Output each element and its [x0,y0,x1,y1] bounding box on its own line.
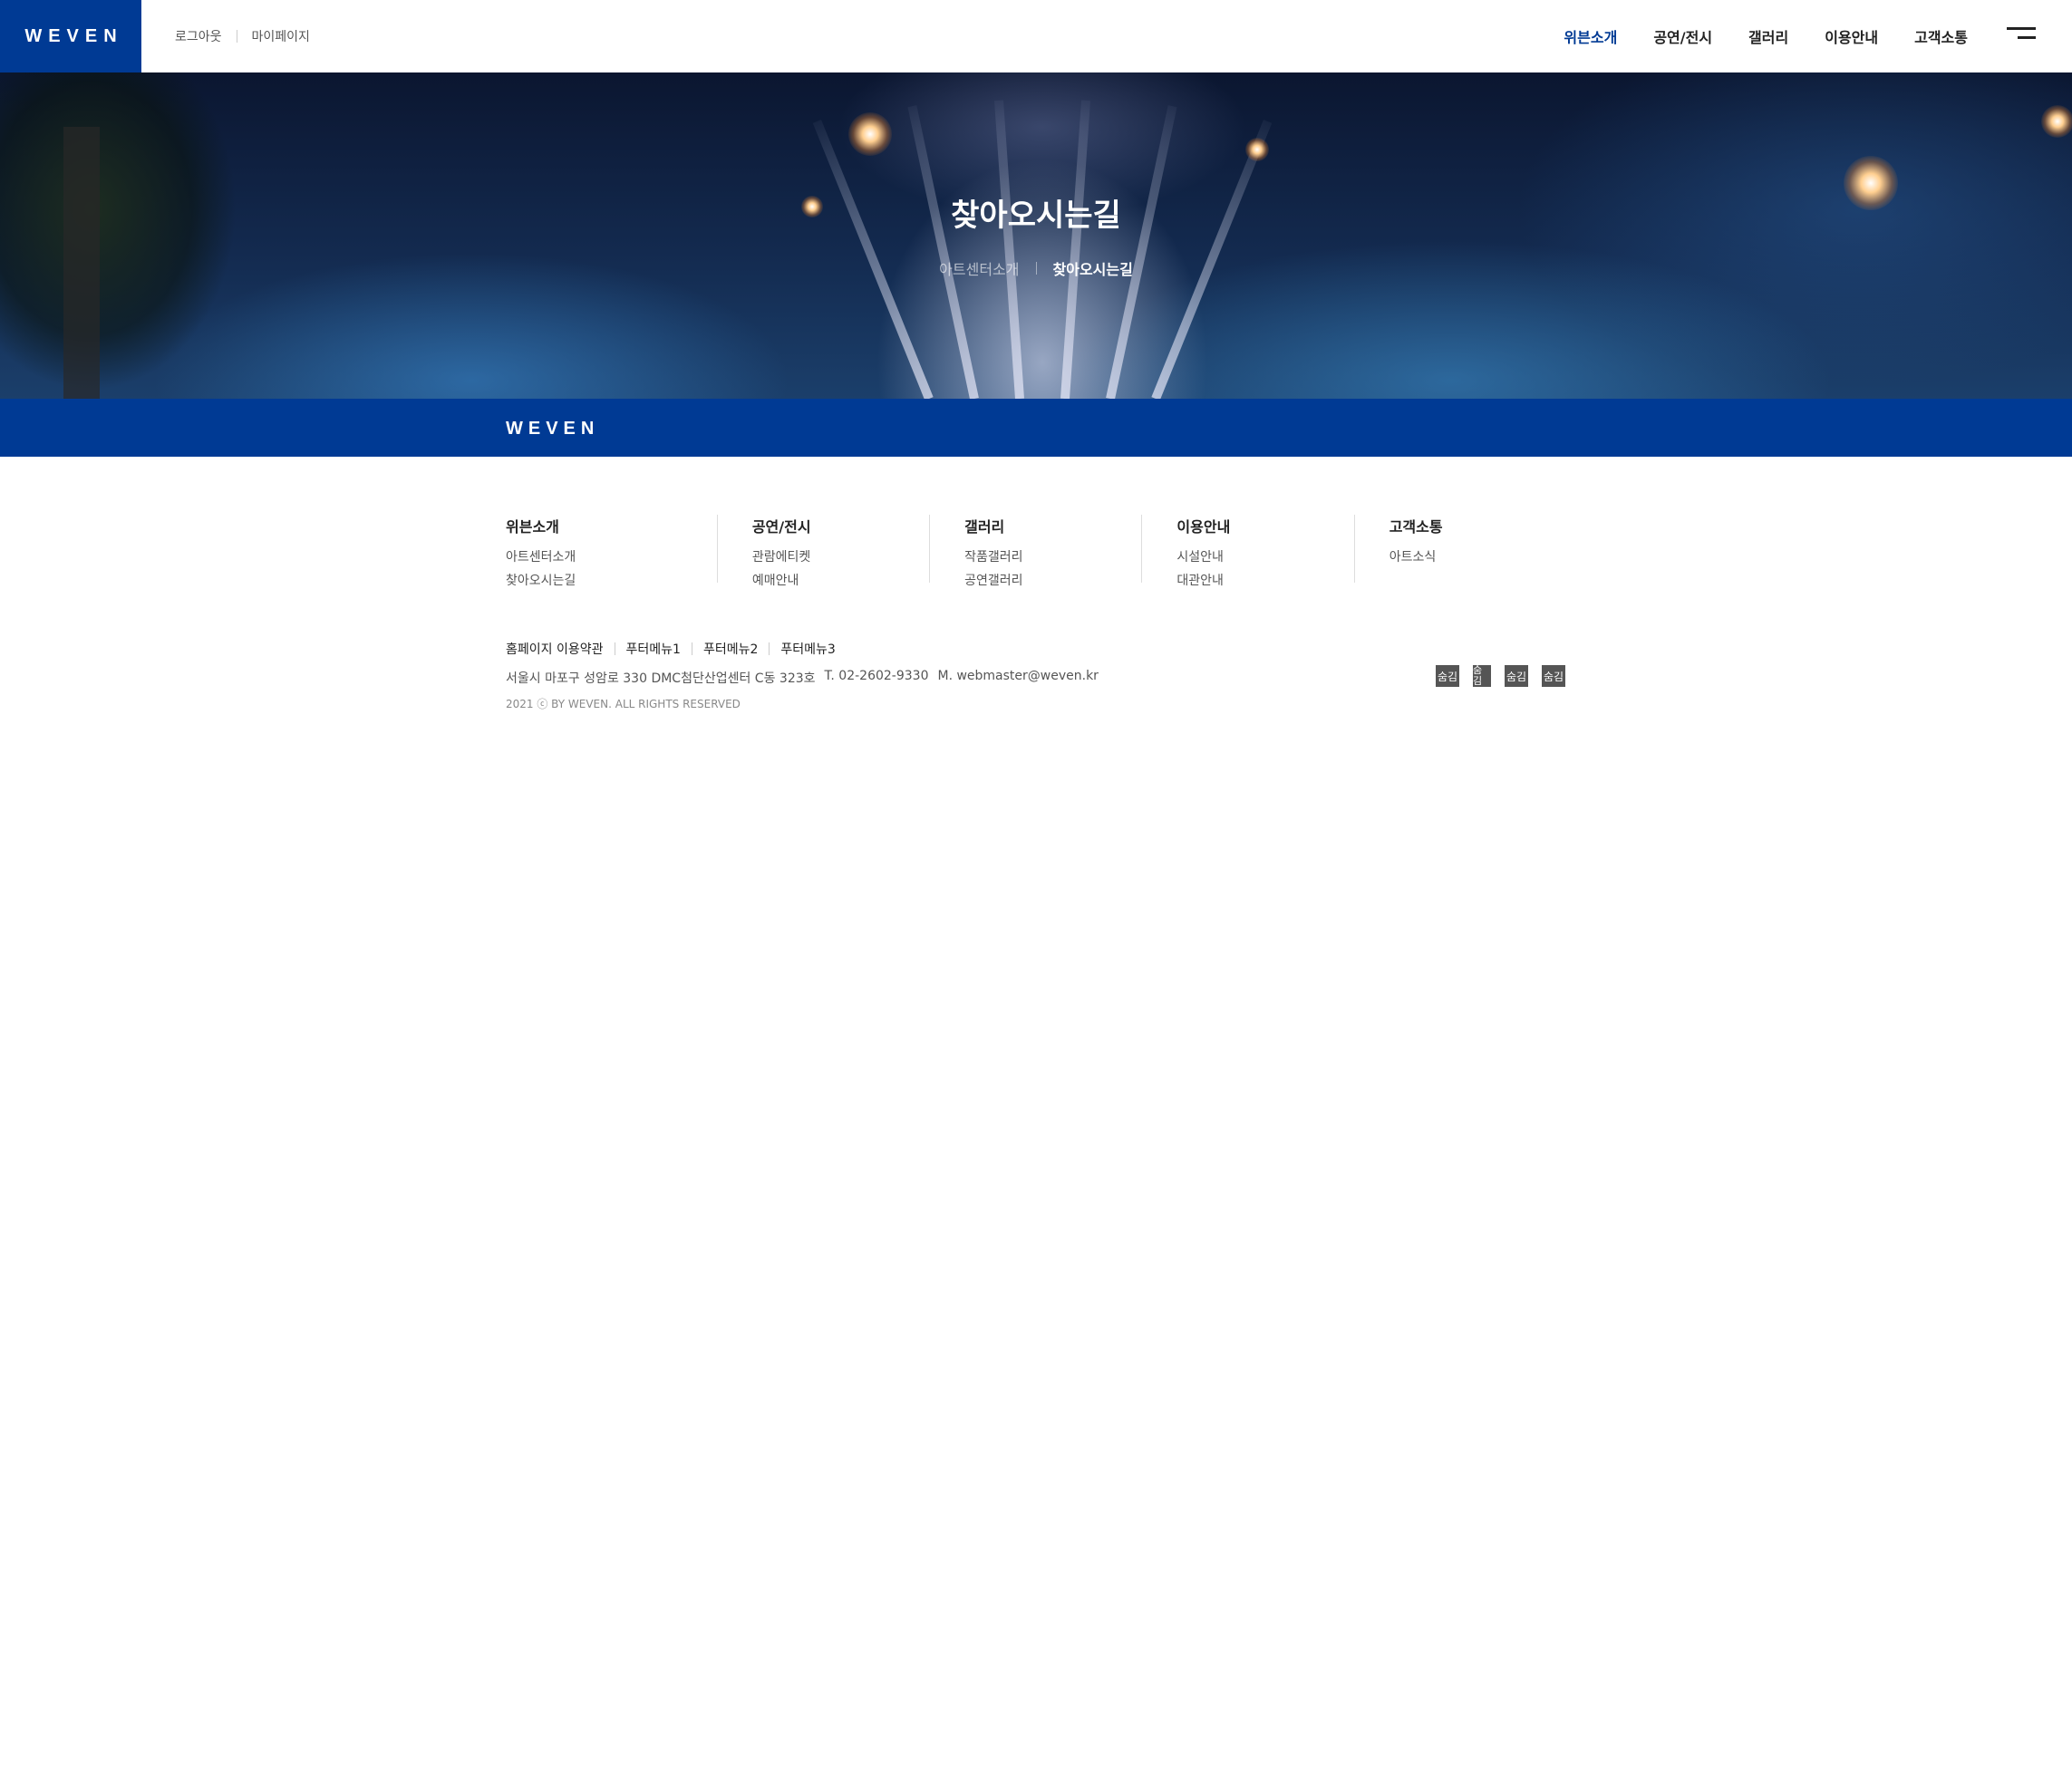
hidden-icon[interactable]: 숨김 [1436,665,1459,687]
sitemap-column-community: 고객소통 아트소식 [1353,515,1566,583]
hero-light-glow [2041,105,2072,138]
sitemap-column-gallery: 갤러리 작품갤러리 공연갤러리 [929,515,1141,588]
hamburger-menu-icon[interactable] [2007,25,2036,43]
hero-tree-decoration [0,72,290,399]
sitemap-link[interactable]: 예매안내 [752,569,929,593]
hero-light-beam [1106,105,1177,399]
sitemap-heading: 갤러리 [964,518,1005,536]
hero-visual: 찾아오시는길 아트센터소개 찾아오시는길 [0,72,2072,399]
footer-links: 홈페이지 이용약관 푸터메뉴1 푸터메뉴2 푸터메뉴3 [506,640,836,658]
sitemap-heading: 공연/전시 [751,518,811,536]
copyright: 2021 ⓒ BY WEVEN. ALL RIGHTS RESERVED [506,698,741,710]
page-title: 찾아오시는길 [951,198,1121,234]
hidden-icon[interactable]: 숨김 [1473,665,1491,687]
footer-link-divider [769,642,770,655]
sitemap-link[interactable]: 찾아오시는길 [506,569,717,593]
sitemap-link[interactable]: 대관안내 [1176,569,1353,593]
breadcrumb-item-current: 찾아오시는길 [1052,261,1133,278]
sitemap-column-about: 위븐소개 아트센터소개 찾아오시는길 [506,515,717,588]
logout-link[interactable]: 로그아웃 [175,27,222,45]
breadcrumb-item-parent[interactable]: 아트센터소개 [939,257,1019,279]
footer-logo-band: WEVEN [0,399,2072,457]
footer-link-menu1[interactable]: 푸터메뉴1 [626,640,681,658]
footer-link-menu3[interactable]: 푸터메뉴3 [780,640,835,658]
sitemap-link[interactable]: 시설안내 [1176,546,1353,569]
hidden-icon[interactable]: 숨김 [1542,665,1565,687]
sitemap-heading: 고객소통 [1389,518,1443,536]
sitemap-link[interactable]: 아트센터소개 [506,546,717,569]
menu-line-bottom [2018,36,2036,39]
footer-link-terms[interactable]: 홈페이지 이용약관 [506,640,604,658]
hero-light-glow [1245,138,1269,161]
site-header: WEVEN 로그아웃 마이페이지 위븐소개 공연/전시 갤러리 이용안내 고객소… [0,0,2072,72]
footer-link-menu2[interactable]: 푸터메뉴2 [703,640,758,658]
footer-icon-group: 숨김 숨김 숨김 숨김 [1436,665,1579,687]
sitemap-heading: 이용안내 [1176,518,1231,536]
sitemap-link[interactable]: 공연갤러리 [964,569,1141,593]
hero-light-beam [993,100,1024,399]
mail-text: M. webmaster@weven.kr [937,669,1099,683]
hero-light-glow [848,112,892,156]
utility-links: 로그아웃 마이페이지 [175,27,310,45]
nav-item-gallery[interactable]: 갤러리 [1748,25,1788,47]
footer-address: 서울시 마포구 성암로 330 DMC첨단산업센터 C동 323호 T. 02-… [506,669,1108,687]
nav-item-about[interactable]: 위븐소개 [1564,25,1617,47]
footer-logo: WEVEN [506,419,600,439]
sitemap-link[interactable]: 작품갤러리 [964,546,1141,569]
logo-text: WEVEN [24,25,123,46]
hero-light-beam [907,105,979,399]
menu-line-top [2007,27,2036,30]
breadcrumb: 아트센터소개 찾아오시는길 [0,257,2072,279]
hero-light-beam [1060,100,1091,399]
sitemap-link[interactable]: 관람에티켓 [752,546,929,569]
site-logo[interactable]: WEVEN [0,0,141,72]
main-nav: 위븐소개 공연/전시 갤러리 이용안내 고객소통 [1527,25,1968,47]
footer-sitemap: 위븐소개 아트센터소개 찾아오시는길 공연/전시 관람에티켓 예매안내 갤러리 … [506,515,1566,588]
sitemap-link[interactable]: 아트소식 [1389,546,1566,569]
nav-item-guide[interactable]: 이용안내 [1825,25,1878,47]
tel-text: T. 02-2602-9330 [824,669,929,683]
sitemap-heading: 위븐소개 [506,518,559,536]
hidden-icon[interactable]: 숨김 [1505,665,1528,687]
breadcrumb-divider [1035,262,1037,275]
nav-item-performance[interactable]: 공연/전시 [1653,25,1712,47]
sitemap-column-performance: 공연/전시 관람에티켓 예매안내 [716,515,929,588]
nav-item-community[interactable]: 고객소통 [1914,25,1968,47]
address-text: 서울시 마포구 성암로 330 DMC첨단산업센터 C동 323호 [506,671,816,686]
mypage-link[interactable]: 마이페이지 [252,27,310,45]
sitemap-column-guide: 이용안내 시설안내 대관안내 [1141,515,1353,588]
